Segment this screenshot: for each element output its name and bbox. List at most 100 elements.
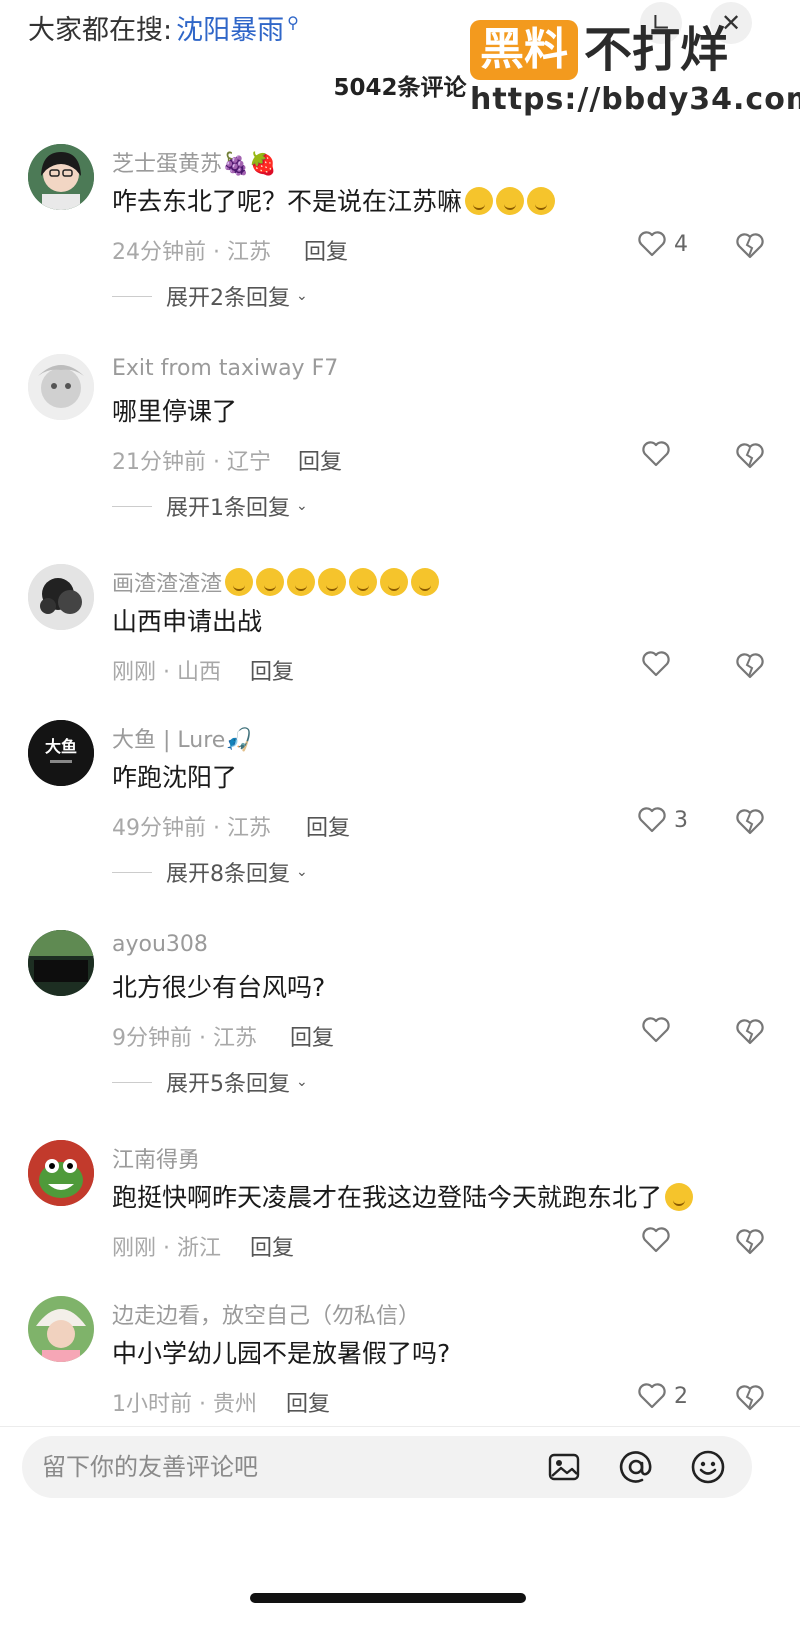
username[interactable]: ayou308 [112,932,208,957]
avatar-image [28,564,94,630]
reply-button[interactable]: 回复 [290,1020,334,1052]
comment-text: 咋跑沈阳了 [112,763,238,792]
comment-text-content: 跑挺快啊昨天凌晨才在我这边登陆今天就跑东北了 [112,1183,663,1212]
expand-replies-button[interactable]: 展开1条回复 ⌄ [112,490,308,522]
emoji-button[interactable] [690,1449,726,1485]
comment-input[interactable] [42,1453,502,1481]
like-button[interactable]: 3 [636,804,688,836]
comment-text: 跑挺快啊昨天凌晨才在我这边登陆今天就跑东北了 [112,1178,694,1214]
emoji-icon [691,1450,725,1484]
username[interactable]: 大鱼 | Lure🎣 [112,722,253,754]
watermark-badge: 黑料 [470,20,578,80]
like-count: 3 [674,807,688,833]
trending-label: 大家都在搜: [28,15,173,46]
avatar-image [28,144,94,210]
crying-emoji-icon [465,187,494,215]
heart-icon [642,1227,670,1253]
avatar-image [28,930,94,996]
reply-button[interactable]: 回复 [250,654,294,686]
avatar-image [28,1140,94,1206]
chevron-down-icon: ⌄ [296,864,308,880]
heart-icon [642,651,670,677]
image-button[interactable] [546,1449,582,1485]
like-button[interactable] [640,1224,672,1256]
comment-meta: 刚刚 · 山西 [112,660,221,685]
comment-meta: 9分钟前 · 江苏 [112,1026,257,1051]
heart-icon [642,1017,670,1043]
comment-meta: 24分钟前 · 江苏 [112,240,271,265]
comment-text-content: 咋去东北了呢？不是说在江苏嘛 [112,187,463,216]
reply-button[interactable]: 回复 [298,444,342,476]
mention-button[interactable] [618,1449,654,1485]
at-icon [619,1451,652,1483]
watermark-url: https://bbdy34.com [470,82,800,117]
dislike-heart-icon[interactable] [734,440,766,472]
avatar[interactable] [28,1140,94,1206]
dislike-heart-icon[interactable] [734,1226,766,1258]
dislike-heart-icon[interactable] [734,230,766,262]
crying-emoji-icon [496,187,525,215]
rofl-emoji-icon [665,1183,694,1211]
like-count: 2 [674,1383,688,1409]
heart-icon [642,441,670,467]
username[interactable]: 芝士蛋黄苏🍇🍓 [112,146,277,178]
avatar[interactable] [28,564,94,630]
username[interactable]: Exit from taxiway F7 [112,356,338,381]
avatar[interactable]: 大鱼 [28,720,94,786]
avatar[interactable] [28,930,94,996]
avatar[interactable] [28,144,94,210]
avatar-image [28,1296,94,1362]
expand-replies-button[interactable]: 展开8条回复 ⌄ [112,856,308,888]
like-button[interactable]: 4 [636,228,688,260]
reply-button[interactable]: 回复 [304,234,348,266]
like-button[interactable] [640,1014,672,1046]
username[interactable]: 画渣渣渣渣 [112,566,440,598]
dislike-heart-icon[interactable] [734,806,766,838]
trending-search[interactable]: 大家都在搜: 沈阳暴雨 ⚲ [28,8,299,47]
halo-emoji-icon [256,568,285,596]
comment-text: 北方很少有台风吗? [112,973,326,1002]
reply-button[interactable]: 回复 [286,1386,330,1418]
like-button[interactable]: 2 [636,1380,688,1412]
avatar[interactable] [28,1296,94,1362]
dislike-heart-icon[interactable] [734,650,766,682]
image-icon [548,1453,580,1481]
surprised-emoji-icon [411,568,440,596]
like-button[interactable] [640,438,672,470]
comment-text: 咋去东北了呢？不是说在江苏嘛 [112,182,556,218]
trending-keyword-link[interactable]: 沈阳暴雨 [176,8,284,47]
party-emoji-icon [318,568,347,596]
heart-icon [638,807,666,833]
comment-meta: 21分钟前 · 辽宁 [112,450,271,475]
divider-dash [112,505,152,507]
username[interactable]: 江南得勇 [112,1142,200,1174]
comment-input-bar [22,1436,752,1498]
heart-icon [638,231,666,257]
comment-meta: 刚刚 · 浙江 [112,1236,221,1261]
comment-meta: 49分钟前 · 江苏 [112,816,271,841]
divider-dash [112,1081,152,1083]
dislike-heart-icon[interactable] [734,1016,766,1048]
reply-button[interactable]: 回复 [306,810,350,842]
dislike-heart-icon[interactable] [734,1382,766,1414]
comment-text: 哪里停课了 [112,397,238,426]
expand-label: 展开2条回复 [166,286,290,311]
like-button[interactable] [640,648,672,680]
neutral-emoji-icon [380,568,409,596]
like-count: 4 [674,231,688,257]
watermark-text: 不打烊 [584,22,729,78]
home-indicator[interactable] [250,1593,526,1603]
reply-button[interactable]: 回复 [250,1230,294,1262]
username-text: 画渣渣渣渣 [112,572,223,597]
expand-label: 展开8条回复 [166,862,290,887]
chevron-down-icon: ⌄ [296,1074,308,1090]
heart-icon [638,1383,666,1409]
divider-dash [112,295,152,297]
expand-replies-button[interactable]: 展开2条回复 ⌄ [112,280,308,312]
chevron-down-icon: ⌄ [296,498,308,514]
crying-emoji-icon [527,187,556,215]
expand-label: 展开5条回复 [166,1072,290,1097]
username[interactable]: 边走边看，放空自己（勿私信） [112,1298,420,1330]
expand-replies-button[interactable]: 展开5条回复 ⌄ [112,1066,308,1098]
avatar[interactable] [28,354,94,420]
